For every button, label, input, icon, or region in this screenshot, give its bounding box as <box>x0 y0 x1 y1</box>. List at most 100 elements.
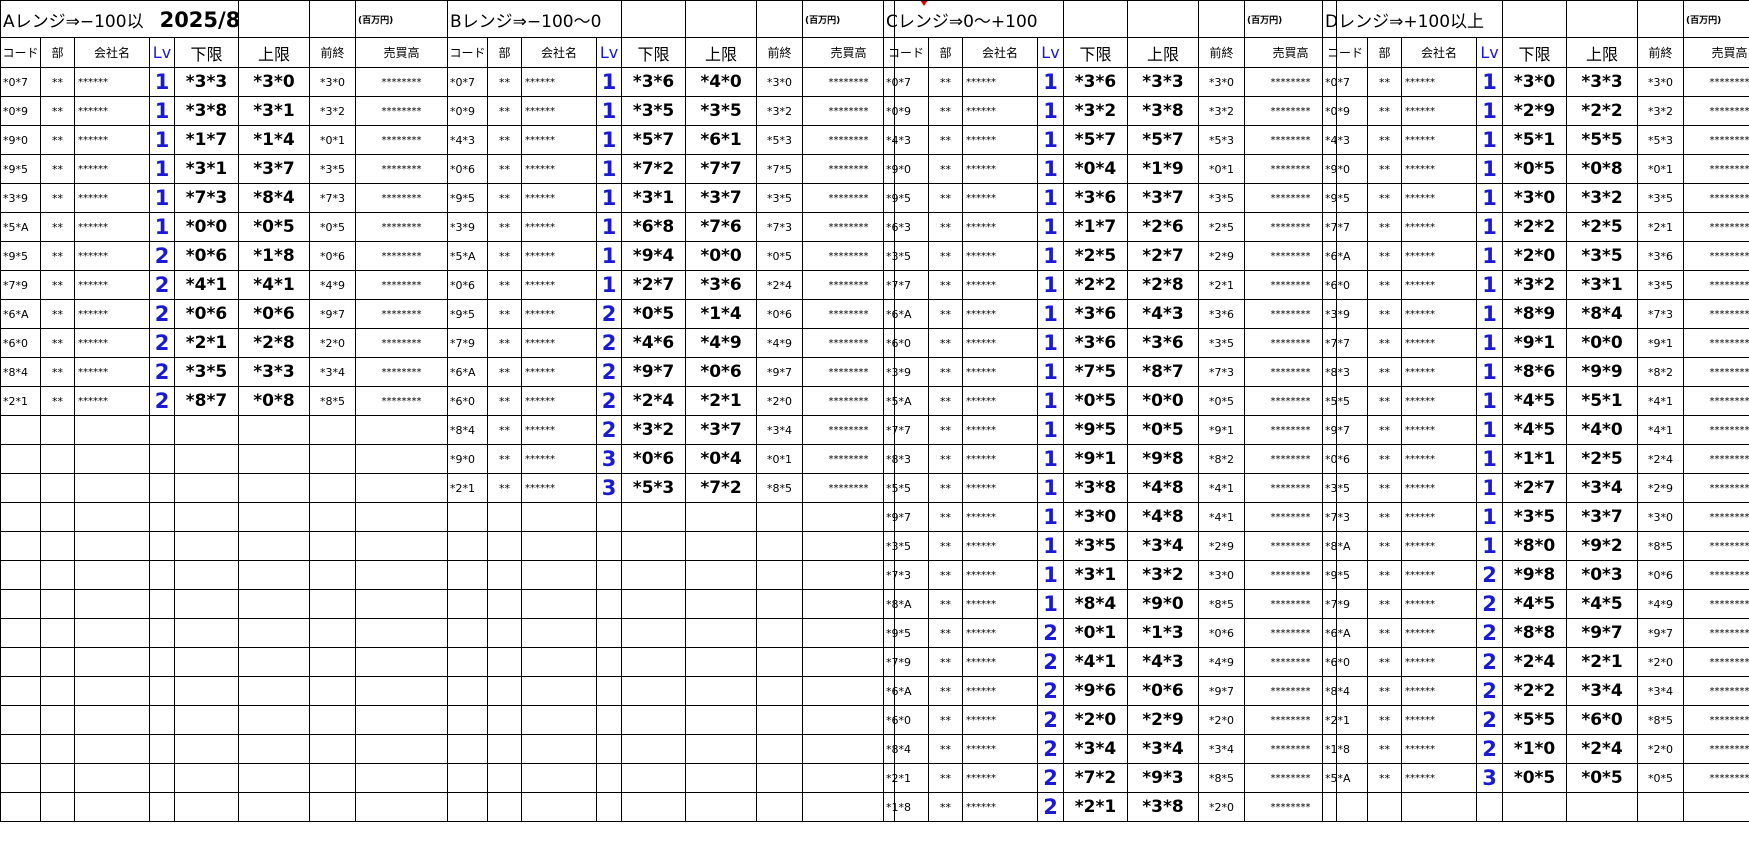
cell-lim[interactable]: *7*7 <box>685 154 758 184</box>
cell-name[interactable]: ****** <box>962 299 1038 329</box>
cell-sales[interactable]: ******** <box>802 357 896 387</box>
cell-dept[interactable]: ** <box>1367 473 1402 503</box>
cell-name[interactable]: ****** <box>521 444 597 474</box>
cell-empty[interactable] <box>355 502 449 532</box>
cell-lim[interactable]: *8*4 <box>238 183 311 213</box>
cell-lv[interactable]: 1 <box>1475 270 1504 300</box>
cell-sales[interactable]: ******** <box>1683 705 1749 735</box>
cell-empty[interactable] <box>149 589 175 619</box>
cell-empty[interactable] <box>802 502 896 532</box>
cell-dept[interactable]: ** <box>928 67 963 97</box>
cell-sales[interactable]: ******** <box>355 67 449 97</box>
cell-empty[interactable] <box>74 618 150 648</box>
cell-prev[interactable]: *3*2 <box>309 96 357 126</box>
cell-lim[interactable]: *2*5 <box>1566 212 1639 242</box>
cell-code[interactable]: *0*7 <box>883 67 929 97</box>
cell-dept[interactable]: ** <box>928 299 963 329</box>
column-header[interactable]: Lv <box>595 37 623 68</box>
cell-empty[interactable] <box>355 415 449 445</box>
cell-lim[interactable]: *7*2 <box>685 473 758 503</box>
cell-code[interactable]: *0*9 <box>1322 96 1368 126</box>
cell-lim[interactable]: *3*2 <box>1566 183 1639 213</box>
cell-lim[interactable]: *7*5 <box>1063 357 1128 387</box>
cell-name[interactable]: ****** <box>962 270 1038 300</box>
cell-lim[interactable]: *0*0 <box>173 212 240 242</box>
cell-prev[interactable]: *2*5 <box>1198 212 1245 242</box>
cell-lv[interactable]: 1 <box>149 183 175 213</box>
cell-name[interactable]: ****** <box>74 154 150 184</box>
cell-lim[interactable]: *3*1 <box>1063 560 1128 590</box>
cell-lim[interactable]: *4*8 <box>1127 502 1199 532</box>
cell-prev[interactable]: *3*5 <box>1198 183 1245 213</box>
cell-lim[interactable]: *9*8 <box>1127 444 1199 474</box>
cell-code[interactable]: *0*6 <box>447 154 488 184</box>
cell-dept[interactable]: ** <box>928 705 963 735</box>
cell-name[interactable]: ****** <box>74 125 150 155</box>
cell-sales[interactable]: ******** <box>1683 212 1749 242</box>
cell-lv[interactable]: 1 <box>149 96 175 126</box>
cell-dept[interactable]: ** <box>1367 531 1402 561</box>
cell-code[interactable]: *6*A <box>883 299 929 329</box>
cell-prev[interactable]: *8*5 <box>756 473 804 503</box>
cell-dept[interactable]: ** <box>487 386 522 416</box>
cell-empty[interactable] <box>238 473 311 503</box>
cell-name[interactable]: ****** <box>1401 241 1477 271</box>
cell-lv[interactable]: 1 <box>1037 183 1064 213</box>
cell-lim[interactable]: *4*5 <box>1502 415 1568 445</box>
cell-dept[interactable]: ** <box>40 125 75 155</box>
cell-dept[interactable]: ** <box>928 212 963 242</box>
cell-lv[interactable]: 1 <box>595 67 623 97</box>
cell-lim[interactable]: *0*6 <box>685 357 758 387</box>
cell-prev[interactable]: *2*0 <box>1637 647 1685 677</box>
cell-lim[interactable]: *8*7 <box>1127 357 1199 387</box>
cell-empty[interactable] <box>756 560 804 590</box>
column-header[interactable]: Lv <box>1475 37 1504 68</box>
cell-code[interactable]: *7*9 <box>447 328 488 358</box>
cell-dept[interactable]: ** <box>487 183 522 213</box>
cell-dept[interactable]: ** <box>1367 647 1402 677</box>
cell-empty[interactable] <box>238 676 311 706</box>
cell-empty[interactable] <box>40 415 75 445</box>
cell-code[interactable]: *1*8 <box>1322 734 1368 764</box>
cell-code[interactable]: *2*1 <box>0 386 41 416</box>
cell-prev[interactable]: *0*6 <box>756 299 804 329</box>
cell-empty[interactable] <box>802 763 896 793</box>
cell-lim[interactable]: *3*4 <box>1127 734 1199 764</box>
cell-sales[interactable]: ******** <box>802 328 896 358</box>
cell-name[interactable]: ****** <box>1401 212 1477 242</box>
cell-empty[interactable] <box>355 647 449 677</box>
cell-empty[interactable] <box>595 647 623 677</box>
cell-dept[interactable]: ** <box>928 96 963 126</box>
cell-empty[interactable] <box>0 763 41 793</box>
cell-dept[interactable]: ** <box>928 183 963 213</box>
cell-lim[interactable]: *3*1 <box>173 154 240 184</box>
cell-lim[interactable]: *4*5 <box>1502 386 1568 416</box>
cell-lim[interactable]: *9*7 <box>621 357 687 387</box>
cell-empty[interactable] <box>621 647 687 677</box>
cell-name[interactable]: ****** <box>1401 502 1477 532</box>
cell-empty[interactable] <box>74 560 150 590</box>
column-header[interactable]: 部 <box>928 37 963 68</box>
cell-lv[interactable]: 1 <box>149 125 175 155</box>
cell-blank[interactable] <box>621 0 687 38</box>
cell-dept[interactable]: ** <box>1367 270 1402 300</box>
cell-dept[interactable]: ** <box>40 67 75 97</box>
cell-lim[interactable]: *7*6 <box>685 212 758 242</box>
cell-empty[interactable] <box>521 531 597 561</box>
cell-dept[interactable]: ** <box>40 328 75 358</box>
cell-empty[interactable] <box>487 734 522 764</box>
cell-empty[interactable] <box>355 734 449 764</box>
cell-sales[interactable]: ******** <box>355 241 449 271</box>
cell-empty[interactable] <box>621 792 687 822</box>
cell-name[interactable]: ****** <box>1401 183 1477 213</box>
cell-lv[interactable]: 1 <box>1037 415 1064 445</box>
cell-empty[interactable] <box>74 763 150 793</box>
cell-lim[interactable]: *3*8 <box>1063 473 1128 503</box>
cell-prev[interactable]: *3*0 <box>1637 502 1685 532</box>
cell-empty[interactable] <box>74 502 150 532</box>
cell-empty[interactable] <box>621 589 687 619</box>
cell-lim[interactable]: *9*6 <box>1063 676 1128 706</box>
cell-sales[interactable]: ******** <box>1683 357 1749 387</box>
cell-lv[interactable]: 1 <box>595 183 623 213</box>
cell-empty[interactable] <box>40 734 75 764</box>
